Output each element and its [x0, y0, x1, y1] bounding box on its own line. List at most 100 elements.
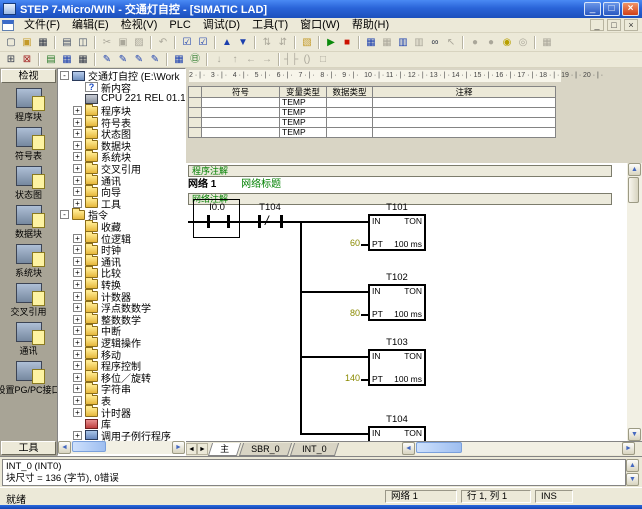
tree-expander[interactable]: +	[73, 187, 82, 196]
download-button[interactable]: ▼	[235, 35, 251, 50]
tab-scroll-right-button[interactable]: ►	[197, 443, 208, 455]
table-cell[interactable]	[202, 118, 280, 128]
chart-status-button[interactable]: ▥	[395, 35, 411, 50]
scrollbar-track[interactable]	[71, 441, 172, 454]
stop-button[interactable]: ■	[339, 35, 355, 50]
menu-编辑E[interactable]: 编辑(E)	[66, 18, 115, 32]
options-button[interactable]: ▧	[299, 35, 315, 50]
tree-expander[interactable]: +	[73, 257, 82, 266]
table-cell[interactable]	[327, 98, 373, 108]
tree-item[interactable]: +交叉引用	[58, 163, 185, 175]
address-view-button[interactable]: ▦	[171, 52, 187, 67]
symbolic-view-button[interactable]: ㊐	[187, 52, 203, 67]
timer-box-t102[interactable]: INTONPT100 ms	[368, 284, 426, 321]
tree-item[interactable]: +位逻辑	[58, 232, 185, 244]
scrollbar-thumb[interactable]	[72, 441, 106, 452]
nav-item-program-block[interactable]: 程序块	[0, 88, 57, 127]
timer-box-t103[interactable]: INTONPT100 ms	[368, 349, 426, 386]
tree-expander[interactable]: +	[73, 234, 82, 243]
mdi-restore-button[interactable]: □	[607, 19, 621, 31]
tree-item[interactable]: +字符串	[58, 383, 185, 395]
tab-scroll-left-button[interactable]: ◄	[186, 443, 197, 455]
symbol-table-tool[interactable]: ✎	[115, 52, 131, 67]
run-button[interactable]: ▶	[323, 35, 339, 50]
scroll-down-button[interactable]: ▼	[628, 428, 641, 441]
network-title[interactable]: 网络标题	[241, 179, 281, 190]
tree-expander[interactable]: +	[73, 176, 82, 185]
tree-expander[interactable]: +	[73, 268, 82, 277]
tree-expander[interactable]: +	[73, 141, 82, 150]
upload-button[interactable]: ▲	[219, 35, 235, 50]
mdi-child-icon[interactable]	[2, 20, 14, 31]
nav-item-pg-pc-interface[interactable]: 设置PG/PC接口	[0, 361, 57, 400]
tree-item[interactable]: ?新内容	[58, 82, 185, 94]
tree-item[interactable]: +计时器	[58, 406, 185, 418]
tree-expander[interactable]: +	[73, 338, 82, 347]
tree-expander[interactable]: +	[73, 106, 82, 115]
ladder-vertical-scrollbar[interactable]: ▲ ▼	[627, 163, 642, 441]
tree-item[interactable]: +比较	[58, 267, 185, 279]
force-all-button[interactable]: ◉	[499, 35, 515, 50]
nav-item-system-block[interactable]: 系统块	[0, 244, 57, 283]
nav-item-cross-reference[interactable]: 交叉引用	[0, 283, 57, 322]
tab-sbr_0[interactable]: SBR_0	[239, 443, 292, 456]
view-grid-toggle[interactable]: ▦	[75, 52, 91, 67]
menu-调试D[interactable]: 调试(D)	[197, 18, 246, 32]
tree-expander[interactable]: +	[73, 303, 82, 312]
scroll-left-button[interactable]: ◄	[58, 441, 71, 454]
scroll-up-button[interactable]: ▲	[628, 163, 641, 176]
row-header-cell[interactable]	[189, 118, 202, 128]
table-cell[interactable]	[202, 128, 280, 138]
tree-expander[interactable]: +	[73, 199, 82, 208]
nav-header-view[interactable]: 检视	[1, 69, 56, 83]
table-cell[interactable]	[373, 108, 556, 118]
tree-item[interactable]: +整数数学	[58, 313, 185, 325]
tree-horizontal-scrollbar[interactable]: ◄ ►	[58, 441, 185, 454]
menu-帮助H[interactable]: 帮助(H)	[346, 18, 395, 32]
program-status-button[interactable]: ▦	[363, 35, 379, 50]
tree-expander[interactable]: +	[73, 164, 82, 173]
print-preview-button[interactable]: ◫	[75, 35, 91, 50]
tree-item[interactable]: +向导	[58, 186, 185, 198]
scroll-up-button[interactable]: ▲	[626, 459, 639, 472]
output-scrollbar[interactable]: ▲ ▼	[626, 459, 640, 486]
tree-item[interactable]: -指令	[58, 209, 185, 221]
compile-all-button[interactable]: ☑	[195, 35, 211, 50]
insert-network-button[interactable]: ⊞	[3, 52, 19, 67]
ladder-horizontal-scrollbar[interactable]: ◄ ►	[402, 442, 635, 455]
tree-expander[interactable]: -	[60, 71, 69, 80]
table-cell[interactable]	[373, 128, 556, 138]
timer-box-t104[interactable]: INTON	[368, 426, 426, 441]
tree-item[interactable]: +通讯	[58, 256, 185, 268]
nav-footer-tools[interactable]: 工具	[1, 441, 56, 455]
scrollbar-track[interactable]	[415, 442, 622, 455]
row-header-cell[interactable]	[189, 98, 202, 108]
table-cell[interactable]	[327, 128, 373, 138]
tree-expander[interactable]: +	[73, 373, 82, 382]
mdi-minimize-button[interactable]: _	[590, 19, 604, 31]
pt-value[interactable]: 80	[332, 308, 360, 318]
row-header-cell[interactable]	[189, 108, 202, 118]
pt-value[interactable]: 60	[332, 238, 360, 248]
menu-文件F[interactable]: 文件(F)	[18, 18, 66, 32]
tab-int_0[interactable]: INT_0	[289, 443, 338, 456]
delete-network-button[interactable]: ⊠	[19, 52, 35, 67]
menu-工具T[interactable]: 工具(T)	[246, 18, 294, 32]
tree-expander[interactable]: +	[73, 292, 82, 301]
nav-item-data-block[interactable]: 数据块	[0, 205, 57, 244]
restore-button[interactable]: □	[603, 2, 620, 16]
symbolic-addressing-tool[interactable]: ✎	[99, 52, 115, 67]
scrollbar-thumb[interactable]	[416, 442, 462, 453]
scroll-left-button[interactable]: ◄	[402, 442, 415, 455]
program-comment-bar[interactable]: 程序注解	[188, 165, 612, 177]
scroll-right-button[interactable]: ►	[172, 441, 185, 454]
menu-检视V[interactable]: 检视(V)	[115, 18, 164, 32]
new-file-button[interactable]: ▢	[3, 35, 19, 50]
view-pou-comments-toggle[interactable]: ▤	[43, 52, 59, 67]
tree-item[interactable]: +逻辑操作	[58, 337, 185, 349]
tree-expander[interactable]: +	[73, 280, 82, 289]
open-file-button[interactable]: ▣	[19, 35, 35, 50]
mdi-close-button[interactable]: ×	[624, 19, 638, 31]
scroll-down-button[interactable]: ▼	[626, 473, 639, 486]
tree-expander[interactable]: +	[73, 245, 82, 254]
